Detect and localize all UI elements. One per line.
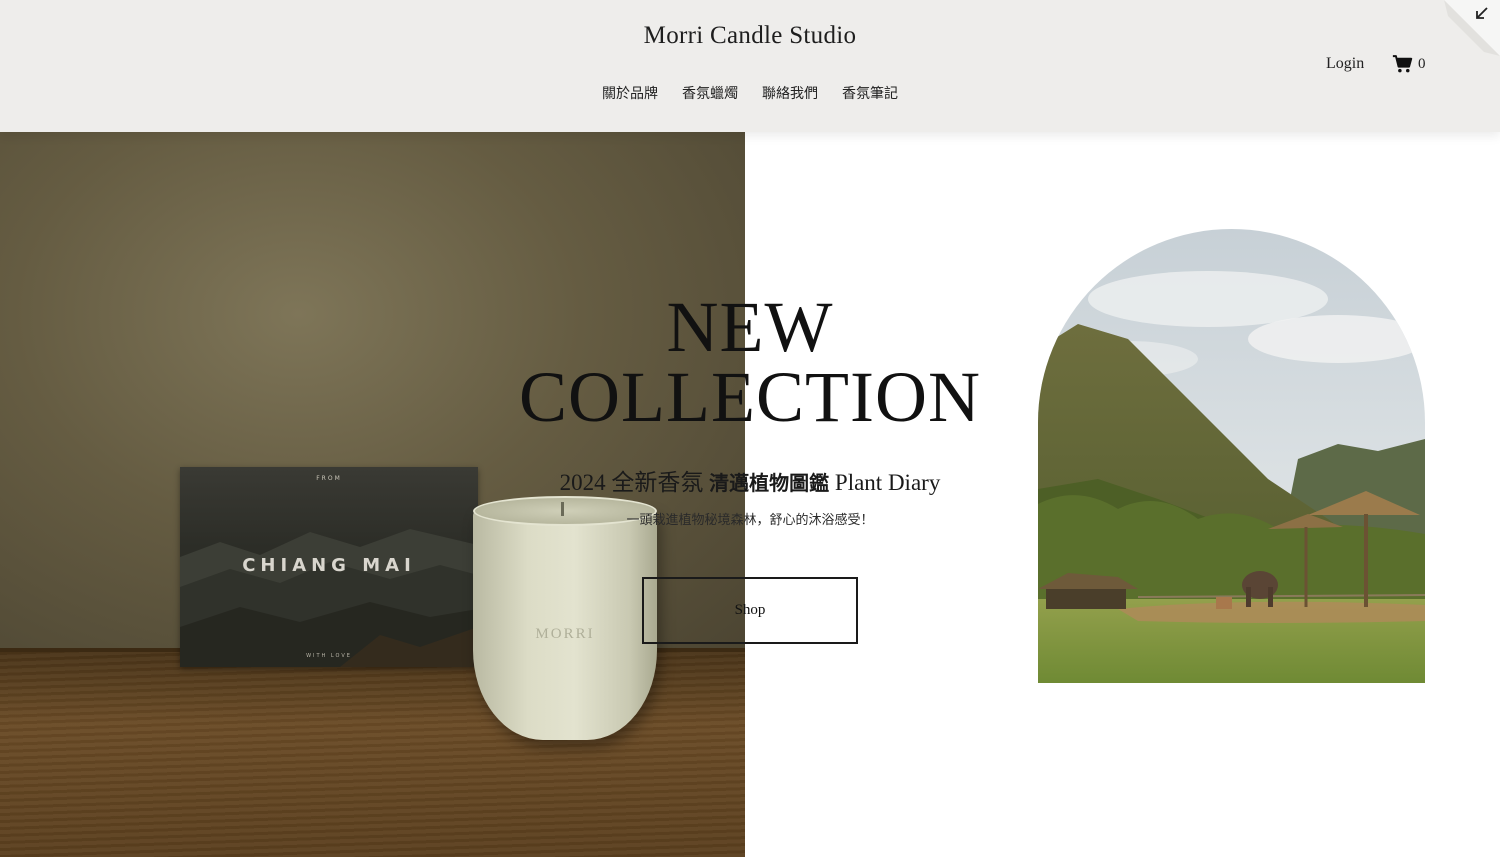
subheading-collection-en: Plant Diary	[829, 470, 941, 495]
cart-icon	[1392, 55, 1413, 73]
cart-button[interactable]: 0	[1392, 54, 1426, 74]
shop-button[interactable]: Shop	[642, 577, 858, 644]
page-curl-corner[interactable]	[1444, 0, 1500, 56]
nav-item-contact[interactable]: 聯絡我們	[762, 83, 818, 103]
nav-item-candles[interactable]: 香氛蠟燭	[682, 83, 738, 103]
cart-count: 0	[1418, 55, 1426, 72]
hero-photo-candle: FROM CHIANG MAI WITH LOVE MORRI	[0, 132, 745, 857]
postcard-from: FROM	[316, 475, 342, 482]
site-header: Morri Candle Studio 關於品牌 香氛蠟燭 聯絡我們 香氛筆記 …	[0, 0, 1500, 132]
nav-item-about[interactable]: 關於品牌	[602, 83, 658, 103]
candle-jar: MORRI	[473, 496, 657, 740]
mountain-graphic	[180, 529, 478, 667]
candle-logo: MORRI	[535, 626, 595, 642]
candle-wick	[561, 502, 564, 516]
candle-top	[473, 496, 657, 526]
login-link[interactable]: Login	[1326, 55, 1364, 73]
nav-item-journal[interactable]: 香氛筆記	[842, 83, 898, 103]
postcard-title: CHIANG MAI	[242, 555, 416, 576]
brand-logo[interactable]: Morri Candle Studio	[0, 22, 1500, 50]
arch-photo-elephant	[1038, 229, 1425, 683]
page: Morri Candle Studio 關於品牌 香氛蠟燭 聯絡我們 香氛筆記 …	[0, 0, 1500, 857]
main-nav: 關於品牌 香氛蠟燭 聯絡我們 香氛筆記	[0, 83, 1500, 103]
postcard-footer: WITH LOVE	[306, 653, 352, 659]
postcard: FROM CHIANG MAI WITH LOVE	[180, 467, 478, 667]
